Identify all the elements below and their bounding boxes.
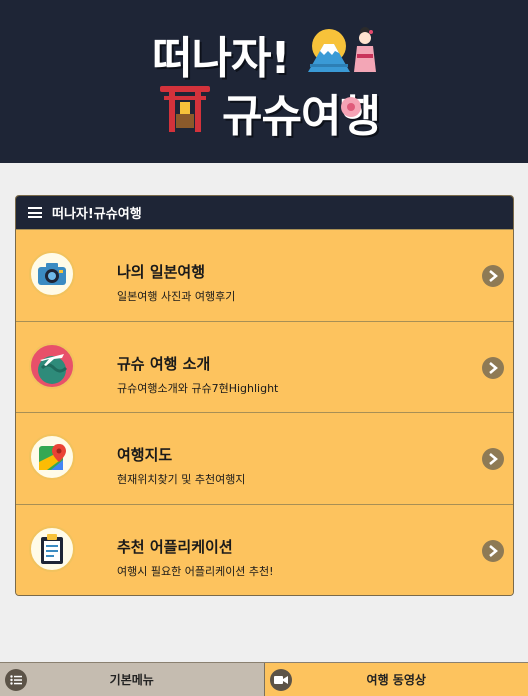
menu-item-subtitle: 현재위치찾기 및 추천여행지	[117, 473, 246, 486]
menu-item-title: 규슈 여행 소개	[117, 354, 211, 373]
kimono-girl-icon	[354, 27, 376, 72]
chevron-right-icon[interactable]	[482, 539, 504, 562]
menu-card-header: 떠나자!규슈여행	[16, 196, 513, 229]
menu-item-recommended-apps[interactable]: 추천 어플리케이션 여행시 필요한 어플리케이션 추천!	[16, 503, 513, 595]
menu-item-subtitle: 여행시 필요한 어플리케이션 추천!	[117, 564, 274, 578]
title-text-1: 떠나자!	[152, 33, 291, 84]
menu-item-subtitle: 규슈여행소개와 규슈7현Highlight	[117, 381, 279, 395]
menu-item-my-japan-trip[interactable]: 나의 일본여행 일본여행 사진과 여행후기	[16, 229, 513, 321]
mount-fuji-icon	[308, 29, 350, 72]
map-pin-icon	[29, 434, 75, 480]
clipboard-icon	[29, 525, 75, 572]
tab-basic-menu[interactable]: 기본메뉴	[0, 663, 265, 696]
app-header: 떠나자! 규슈여행	[0, 0, 528, 163]
hamburger-icon[interactable]	[28, 207, 42, 218]
list-icon	[5, 669, 27, 691]
chevron-right-icon[interactable]	[482, 356, 504, 379]
tab-travel-video-label: 여행 동영상	[366, 673, 426, 687]
globe-airplane-icon	[29, 342, 75, 389]
chevron-right-icon[interactable]	[482, 448, 504, 470]
menu-item-title: 나의 일본여행	[117, 263, 206, 281]
video-camera-icon	[269, 669, 292, 691]
bottom-navigation: 기본메뉴 여행 동영상	[0, 662, 528, 696]
menu-item-subtitle: 일본여행 사진과 여행후기	[117, 290, 236, 303]
app-title-line1: 떠나자!	[152, 22, 291, 86]
menu-item-title: 여행지도	[117, 446, 173, 464]
camera-icon	[29, 251, 75, 297]
sakura-icon	[341, 97, 361, 117]
chevron-right-icon[interactable]	[482, 265, 504, 287]
menu-item-kyushu-intro[interactable]: 규슈 여행 소개 규슈여행소개와 규슈7현Highlight	[16, 320, 513, 412]
tab-travel-video[interactable]: 여행 동영상	[264, 663, 528, 696]
menu-card-title: 떠나자!규슈여행	[52, 207, 142, 222]
torii-gate-icon	[160, 86, 210, 132]
tab-basic-menu-label: 기본메뉴	[109, 673, 154, 687]
main-menu-card: 떠나자!규슈여행 나의 일본여행 일본여행 사진과 여행후기 규슈 여행 소개 …	[15, 195, 514, 596]
menu-item-title: 추천 어플리케이션	[117, 537, 233, 556]
menu-item-travel-map[interactable]: 여행지도 현재위치찾기 및 추천여행지	[16, 412, 513, 504]
